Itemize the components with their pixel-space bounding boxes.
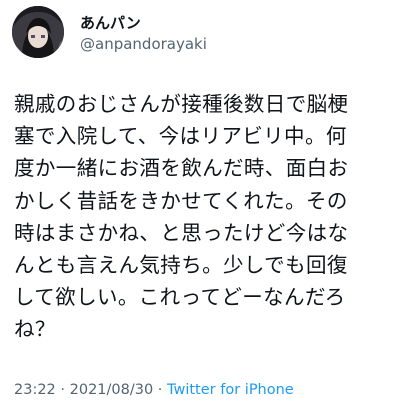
tweet-text-line: 塞で入院して、今はリアビリ中。何 bbox=[14, 124, 347, 149]
author-block[interactable]: あんパン @anpandorayaki bbox=[80, 14, 207, 53]
tweet-text-line: ね？ bbox=[14, 317, 56, 342]
tweet-text-line: 時はまさかね、と思ったけど今はな bbox=[14, 220, 349, 245]
tweet-date[interactable]: 2021/08/30 bbox=[70, 382, 154, 398]
tweet-text-line: 度か一緒にお酒を飲んだ時、面白お bbox=[14, 156, 349, 181]
tweet-time[interactable]: 23:22 bbox=[14, 382, 56, 398]
tweet-text-line: 親戚のおじさんが接種後数日で脳梗 bbox=[14, 92, 349, 116]
tweet-text-line: かしく昔話をきかせてくれた。その bbox=[14, 188, 348, 213]
tweet-text-line: して欲しい。これってどーなんだろ bbox=[14, 285, 346, 310]
avatar-image bbox=[12, 6, 64, 58]
avatar[interactable] bbox=[12, 6, 64, 58]
tweet-metadata: 23:22 · 2021/08/30 · Twitter for iPhone bbox=[14, 381, 294, 399]
tweet-source-link[interactable]: Twitter for iPhone bbox=[167, 382, 294, 398]
meta-separator: · bbox=[153, 382, 168, 398]
user-handle[interactable]: @anpandorayaki bbox=[80, 35, 207, 53]
meta-separator: · bbox=[55, 382, 70, 398]
tweet-text-line: んとも言えん気持ち。少しでも回復 bbox=[14, 253, 348, 278]
tweet-text: 親戚のおじさんが接種後数日で脳梗 塞で入院して、今はリアビリ中。何 度か一緒にお… bbox=[14, 88, 409, 346]
tweet-card: あんパン @anpandorayaki 親戚のおじさんが接種後数日で脳梗 塞で入… bbox=[0, 0, 417, 419]
display-name[interactable]: あんパン bbox=[80, 14, 207, 32]
